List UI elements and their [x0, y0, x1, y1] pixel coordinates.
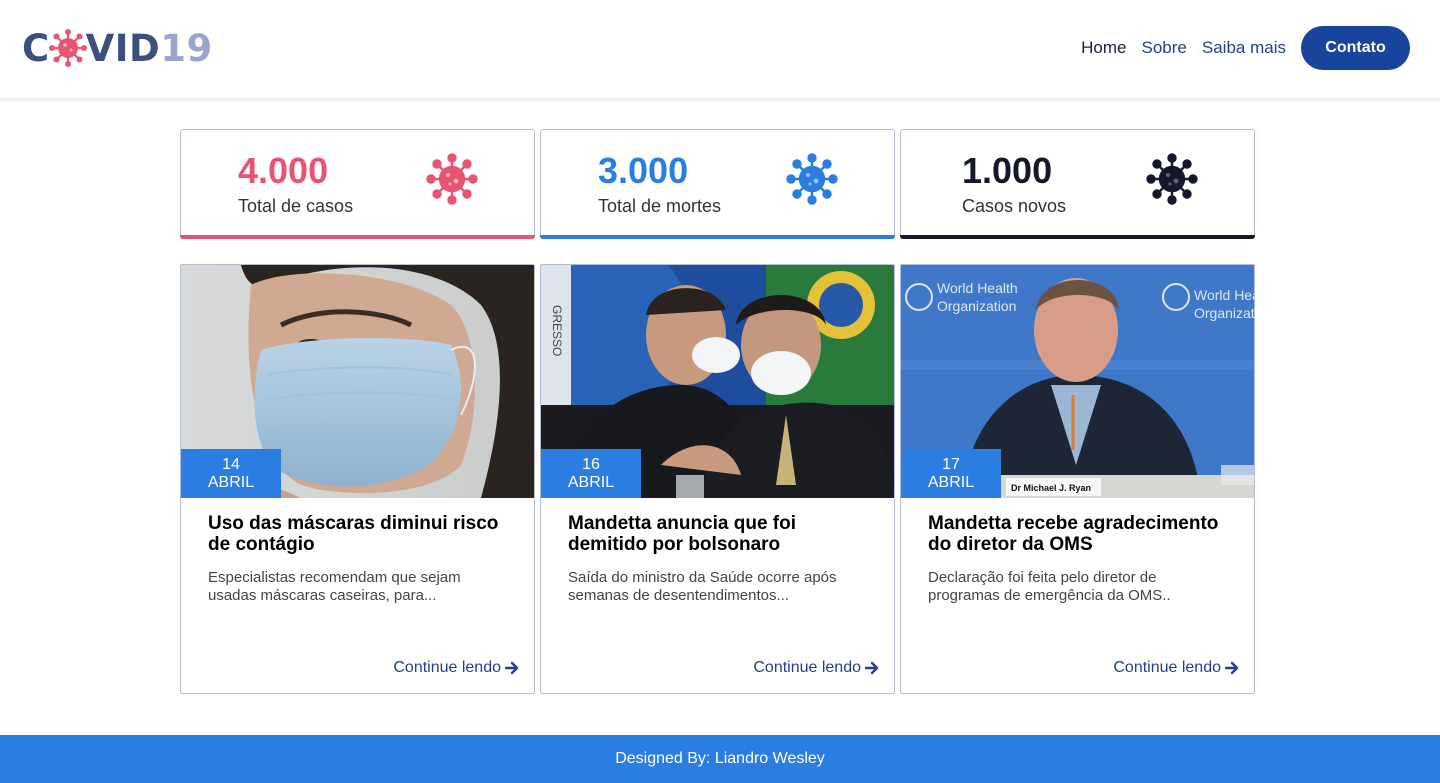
date-badge: 14 ABRIL [181, 449, 281, 498]
date-month: ABRIL [927, 474, 975, 491]
continue-reading-label: Continue lendo [1113, 659, 1221, 676]
photo-text-gresso: GRESSO [550, 305, 564, 356]
footer-credit: Designed By: Liandro Wesley [615, 750, 825, 767]
main-nav: Home Sobre Saiba mais Contato [1066, 26, 1410, 70]
arrow-right-icon [505, 661, 519, 675]
stat-label: Total de casos [238, 196, 354, 216]
photo-text-who-2: Organization [937, 298, 1016, 314]
nav-home[interactable]: Home [1081, 38, 1126, 58]
stat-value: 4.000 [238, 150, 329, 191]
virus-icon [786, 153, 838, 205]
date-badge: 16 ABRIL [541, 449, 641, 498]
news-excerpt: Saída do ministro da Saúde ocorre após s… [568, 569, 837, 604]
date-month: ABRIL [207, 474, 255, 491]
news-excerpt: Declaração foi feita pelo diretor de pro… [928, 569, 1171, 604]
stat-label: Casos novos [962, 196, 1067, 216]
photo-text-who-3: World Heal [1194, 287, 1254, 303]
virus-icon [426, 153, 478, 205]
continue-reading-label: Continue lendo [393, 659, 501, 676]
arrow-right-icon [1225, 661, 1239, 675]
photo-text-nameplate: Dr Michael J. Ryan [1011, 483, 1091, 493]
stat-label: Total de mortes [598, 196, 722, 216]
arrow-right-icon [865, 661, 879, 675]
stat-accent-bar [540, 235, 895, 239]
continue-reading-link[interactable]: Continue lendo [393, 659, 520, 677]
photo-text-who-4: Organizati [1194, 305, 1254, 321]
site-footer: Designed By: Liandro Wesley [0, 735, 1440, 783]
date-day: 16 [582, 456, 600, 473]
date-day: 14 [222, 456, 240, 473]
stat-card-total-cases: 4.000 Total de casos [180, 129, 535, 239]
stat-card-new-cases: 1.000 Casos novos [900, 129, 1255, 239]
news-excerpt: Especialistas recomendam que sejam usada… [208, 569, 461, 604]
logo-text-c: C [22, 26, 50, 70]
news-card[interactable]: GRESSO 16 ABRIL Mandetta anuncia que foi… [540, 264, 895, 694]
stat-value: 3.000 [598, 150, 689, 191]
continue-reading-link[interactable]: Continue lendo [753, 659, 880, 677]
stat-value: 1.000 [962, 150, 1053, 191]
nav-sobre[interactable]: Sobre [1142, 38, 1187, 58]
photo-text-who-1: World Health [937, 280, 1018, 296]
news-card[interactable]: World Health Organization World Heal Org… [900, 264, 1255, 694]
logo-text-vid: VID [85, 26, 161, 70]
stat-accent-bar [900, 235, 1255, 239]
date-badge: 17 ABRIL [901, 449, 1001, 498]
news-title[interactable]: Mandetta anuncia que foi demitido por bo… [568, 513, 878, 555]
site-header: C VID 19 Home Sobre Saiba mais Contato [0, 0, 1440, 99]
nav-saiba-mais[interactable]: Saiba mais [1202, 38, 1286, 58]
date-day: 17 [942, 456, 960, 473]
stat-card-total-deaths: 3.000 Total de mortes [540, 129, 895, 239]
logo[interactable]: C VID 19 [22, 26, 213, 70]
continue-reading-link[interactable]: Continue lendo [1113, 659, 1240, 677]
continue-reading-label: Continue lendo [753, 659, 861, 676]
date-month: ABRIL [567, 474, 615, 491]
virus-icon [1146, 153, 1198, 205]
news-card[interactable]: 14 ABRIL Uso das máscaras diminui risco … [180, 264, 535, 694]
virus-logo-icon [48, 29, 87, 67]
news-title[interactable]: Mandetta recebe agradecimento do diretor… [928, 513, 1238, 555]
news-title[interactable]: Uso das máscaras diminui risco de contág… [208, 513, 518, 555]
contact-button[interactable]: Contato [1301, 26, 1410, 70]
logo-text-19: 19 [160, 26, 213, 70]
stat-accent-bar [180, 235, 535, 239]
